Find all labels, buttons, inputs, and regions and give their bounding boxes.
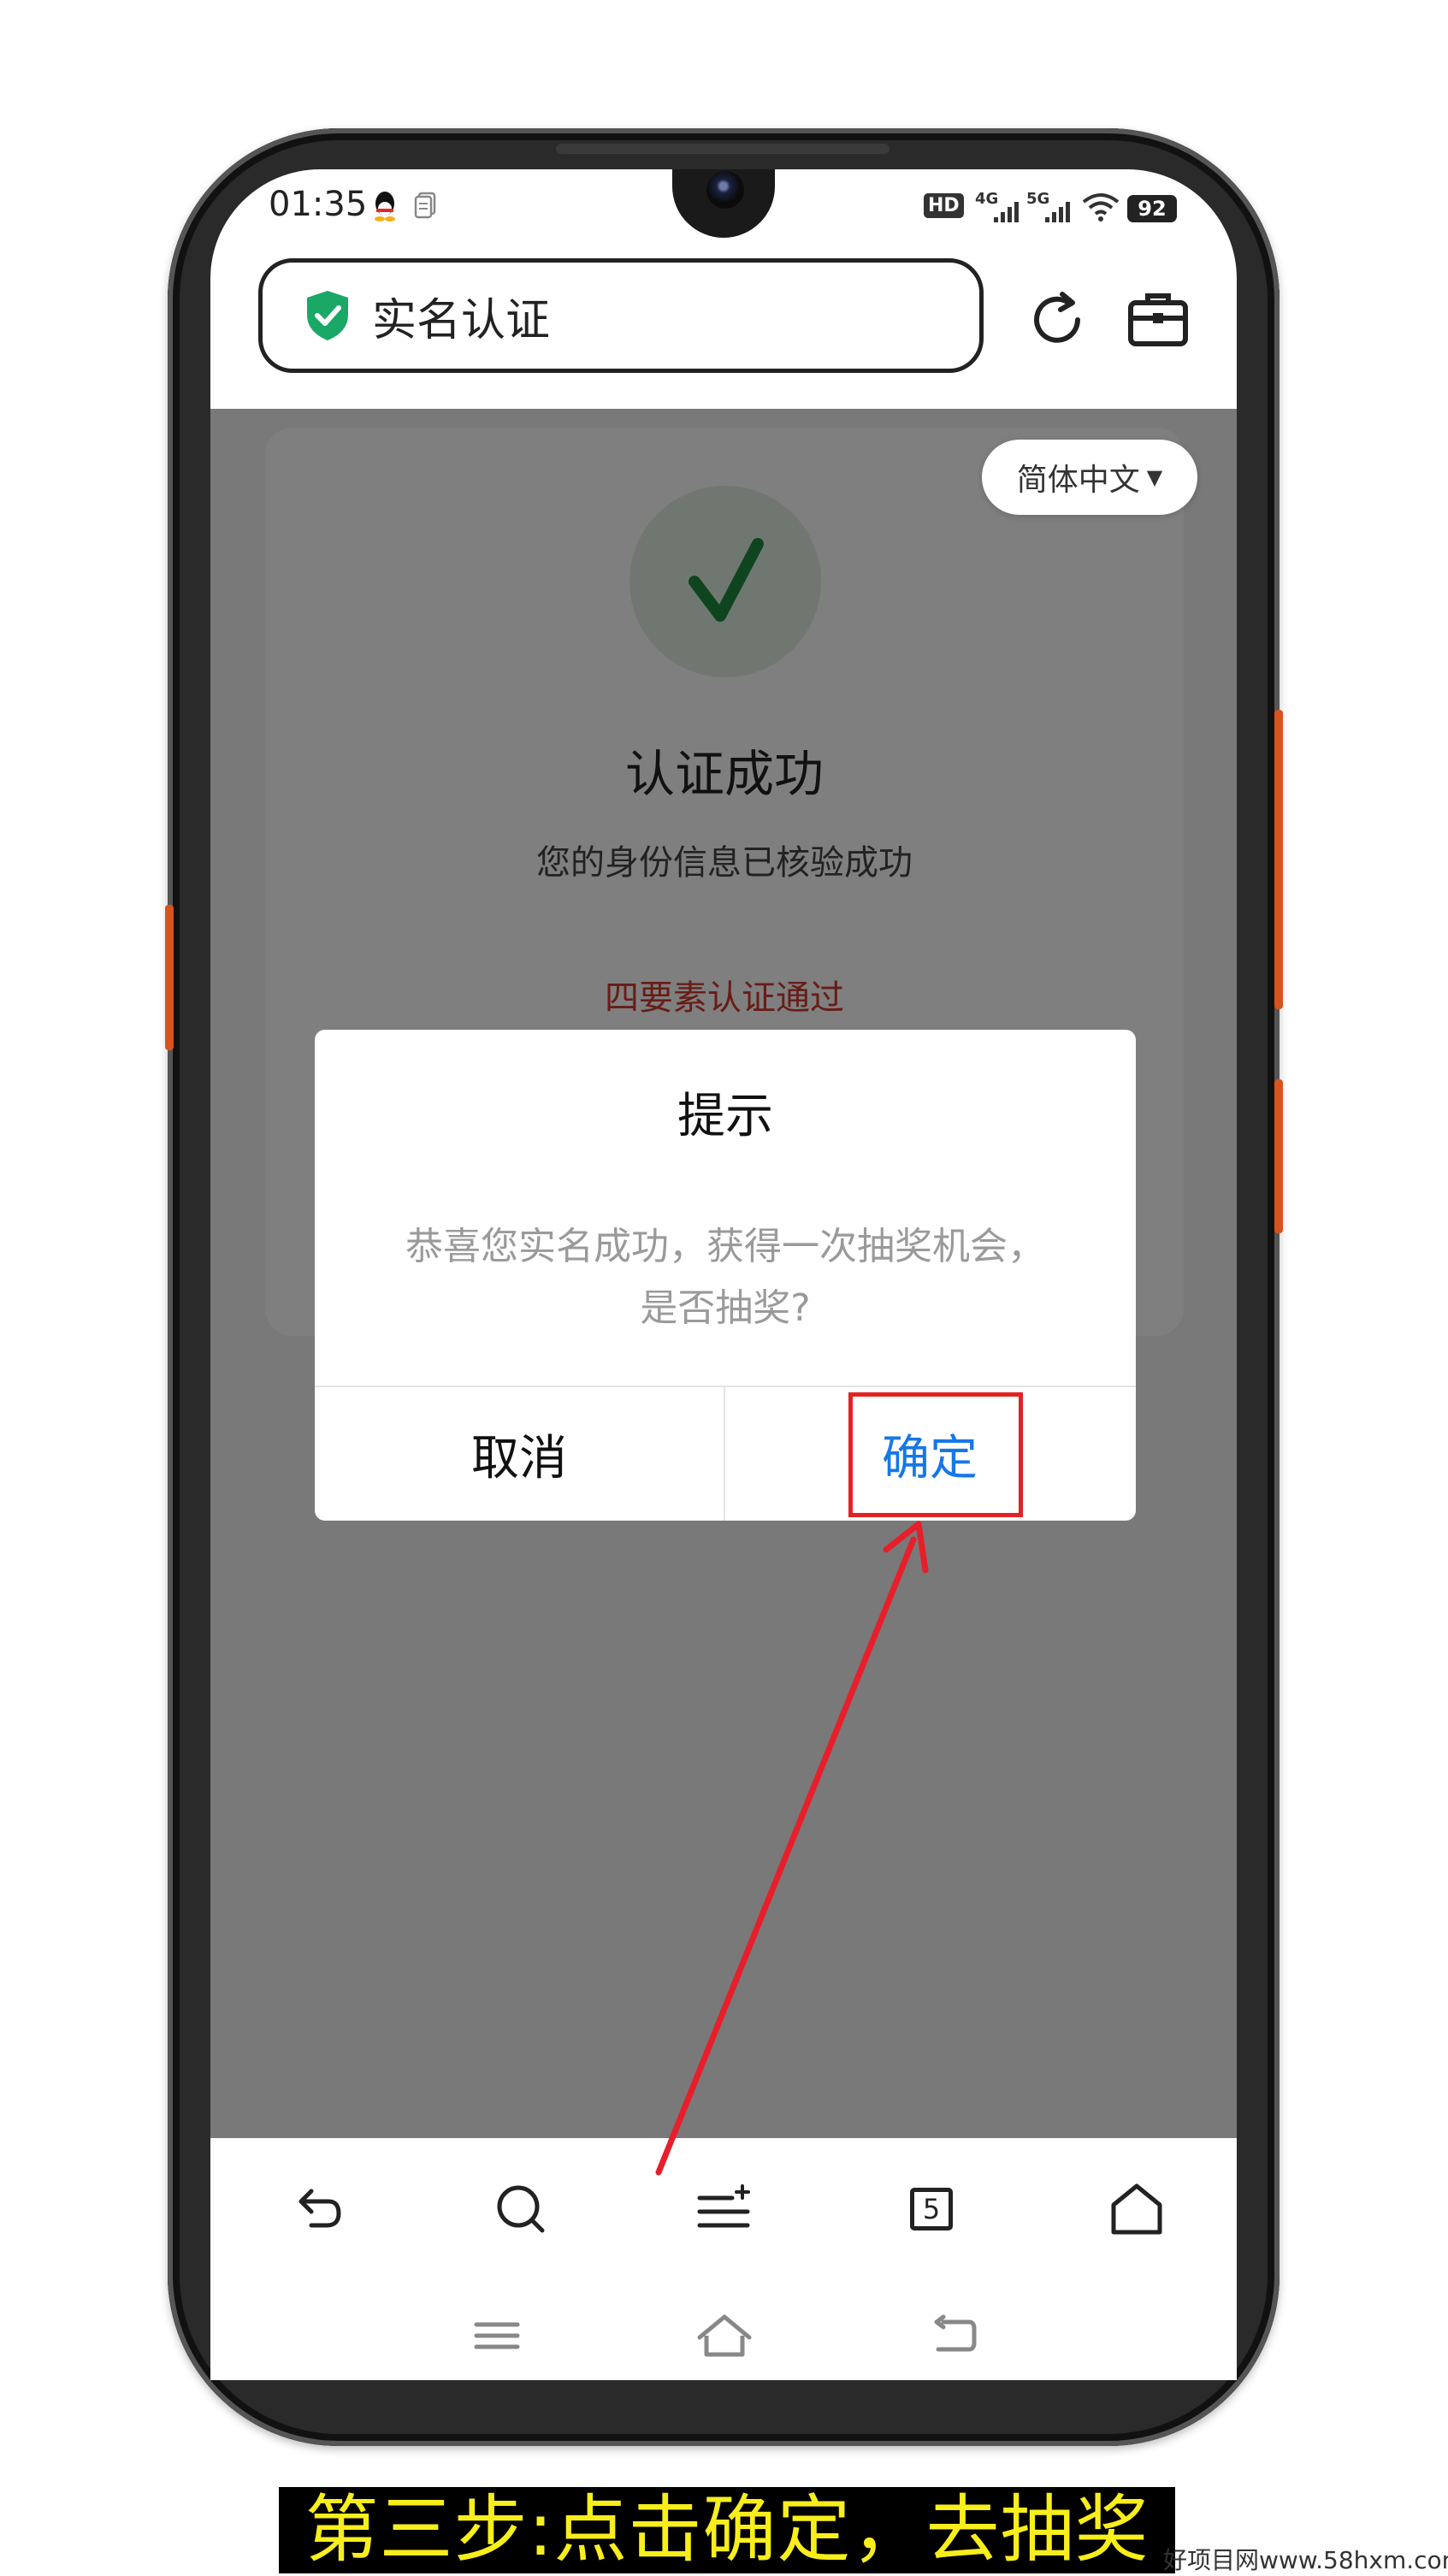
system-home-icon[interactable] [686, 2306, 763, 2366]
caret-down-icon: ▼ [1146, 465, 1163, 489]
watermark: 好项目网www.58hxm.com [1163, 2546, 1448, 2574]
language-selector[interactable]: 简体中文 ▼ [982, 440, 1197, 515]
earpiece-speaker [556, 144, 889, 154]
system-menu-icon[interactable] [458, 2306, 535, 2366]
back-icon[interactable] [277, 2171, 354, 2248]
side-button-right-power [1274, 710, 1283, 1009]
system-back-icon[interactable] [915, 2306, 992, 2366]
address-bar[interactable]: 实名认证 [258, 258, 984, 373]
tabs-count-icon: 5 [910, 2188, 953, 2230]
search-icon[interactable] [482, 2171, 559, 2248]
wifi-icon [1081, 192, 1120, 226]
side-button-left [165, 905, 174, 1050]
qq-icon [371, 190, 399, 226]
toolbox-icon[interactable] [1126, 287, 1191, 356]
status-time: 01:35 [269, 185, 368, 224]
shield-check-icon [304, 289, 352, 342]
signal-5g-label: 5G [1026, 190, 1049, 208]
page-title: 实名认证 [372, 294, 551, 346]
hd-icon: HD [924, 193, 964, 218]
signal-4g-label: 4G [975, 190, 998, 208]
tabs-button[interactable]: 5 [893, 2171, 970, 2248]
home-icon[interactable] [1098, 2171, 1175, 2248]
dialog-message: 恭喜您实名成功，获得一次抽奖机会，是否抽奖? [405, 1225, 1045, 1330]
step-caption: 第三步:点击确定，去抽奖 [279, 2487, 1175, 2573]
menu-icon[interactable] [686, 2171, 763, 2248]
language-label: 简体中文 [1016, 463, 1140, 498]
refresh-icon[interactable] [1025, 287, 1090, 356]
battery-indicator: 92 [1127, 195, 1177, 222]
signal-4g-icon: 4G [975, 188, 1025, 232]
cancel-button[interactable]: 取消 [315, 1387, 724, 1521]
notification-doc-icon [414, 192, 438, 222]
dialog-title: 提示 [677, 1089, 773, 1144]
signal-5g-icon: 5G [1026, 188, 1076, 232]
front-camera [706, 171, 744, 209]
side-button-right-volume [1274, 1079, 1283, 1233]
confirm-highlight-box [848, 1392, 1023, 1517]
